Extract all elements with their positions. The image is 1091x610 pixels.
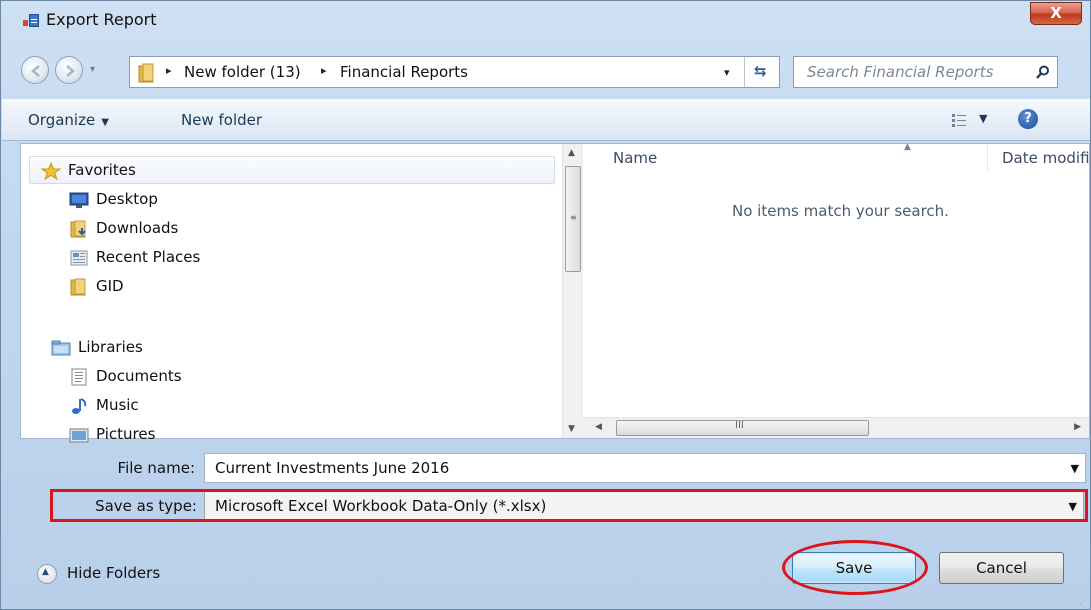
new-folder-button[interactable]: New folder xyxy=(181,111,262,129)
save-button-circle-annotation xyxy=(782,540,928,595)
title-bar: Export Report X xyxy=(1,1,1090,41)
empty-results-message: No items match your search. xyxy=(732,202,949,220)
star-icon xyxy=(41,162,61,180)
forward-arrow-icon xyxy=(66,65,75,77)
breadcrumb-new-folder-13[interactable]: New folder (13) xyxy=(184,63,301,81)
column-divider[interactable] xyxy=(987,144,988,172)
save-as-type-highlight-annotation xyxy=(50,489,1088,522)
recent-locations-dropdown-icon[interactable]: ▾ xyxy=(90,64,95,75)
pictures-icon xyxy=(69,428,89,443)
change-view-icon[interactable] xyxy=(952,113,966,127)
file-name-label: File name: xyxy=(117,459,195,477)
hide-folders-label: Hide Folders xyxy=(67,564,161,582)
file-list-horizontal-scrollbar[interactable]: ◀ III ▶ xyxy=(583,417,1089,438)
back-arrow-icon xyxy=(31,65,40,77)
nav-item-label: Downloads xyxy=(96,219,179,237)
resize-grip-icon[interactable]: ⋰ xyxy=(1079,597,1087,606)
search-box[interactable]: Search Financial Reports xyxy=(793,56,1058,88)
view-options-dropdown-icon[interactable]: ▼ xyxy=(979,112,987,125)
libraries-label: Libraries xyxy=(78,338,143,356)
refresh-button[interactable]: ⇆ xyxy=(744,57,780,87)
browser-area: Favorites Desktop Downloads Recent Place… xyxy=(20,142,1090,443)
navigation-buttons: ▾ xyxy=(21,54,131,86)
search-input[interactable]: Search Financial Reports xyxy=(807,63,993,81)
documents-icon xyxy=(71,368,87,386)
folder-icon xyxy=(70,278,86,296)
refresh-icon: ⇆ xyxy=(754,62,767,80)
file-name-dropdown-icon[interactable]: ▼ xyxy=(1071,462,1079,475)
cancel-button[interactable]: Cancel xyxy=(939,552,1064,584)
chevron-up-icon: ▲ xyxy=(42,567,49,577)
column-header-date-modified[interactable]: Date modifi xyxy=(1002,149,1090,167)
file-name-field[interactable]: Current Investments June 2016 ▼ xyxy=(204,453,1086,483)
breadcrumb-financial-reports[interactable]: Financial Reports xyxy=(340,63,468,81)
help-icon[interactable]: ? xyxy=(1018,109,1038,129)
scrollbar-thumb[interactable]: ≡ xyxy=(565,166,581,272)
scrollbar-grip-icon: ≡ xyxy=(570,213,577,222)
chevron-down-icon: ▼ xyxy=(101,117,109,128)
nav-item-label: Pictures xyxy=(96,425,156,443)
close-button[interactable]: X xyxy=(1030,2,1082,25)
organize-label: Organize xyxy=(28,111,96,129)
sort-ascending-icon: ▲ xyxy=(904,142,911,152)
collapse-up-icon: ▲ xyxy=(37,564,57,584)
organize-menu-button[interactable]: Organize ▼ xyxy=(28,111,109,129)
scroll-left-arrow-icon[interactable]: ◀ xyxy=(595,422,602,432)
nav-item-label: GID xyxy=(96,277,124,295)
breadcrumb-separator-icon: ▸ xyxy=(166,64,172,77)
scrollbar-grip-icon: III xyxy=(735,420,744,431)
recent-places-icon xyxy=(70,250,88,266)
desktop-icon xyxy=(69,192,89,208)
forward-button[interactable] xyxy=(55,56,83,84)
favorites-label: Favorites xyxy=(68,161,136,179)
downloads-folder-icon xyxy=(70,220,86,238)
column-header-name[interactable]: Name xyxy=(613,149,657,167)
app-icon xyxy=(23,14,39,28)
file-list-pane[interactable]: Name ▲ Date modifi No items match your s… xyxy=(583,142,1090,438)
nav-item-label: Documents xyxy=(96,367,182,385)
folder-icon xyxy=(138,63,154,83)
navigation-pane-vertical-scrollbar[interactable]: ▲ ≡ ▼ xyxy=(562,144,583,438)
breadcrumb-separator-icon: ▸ xyxy=(321,64,327,77)
nav-item-label: Recent Places xyxy=(96,248,201,266)
export-report-dialog: Export Report X ▾ ▸ New folder (13) ▸ Fi… xyxy=(0,0,1091,610)
scroll-right-arrow-icon[interactable]: ▶ xyxy=(1074,422,1081,432)
file-name-value[interactable]: Current Investments June 2016 xyxy=(215,459,449,477)
address-dropdown-icon[interactable]: ▾ xyxy=(724,66,730,79)
nav-item-label: Desktop xyxy=(96,190,158,208)
search-icon[interactable] xyxy=(1036,65,1050,79)
back-button[interactable] xyxy=(21,56,49,84)
scrollbar-thumb[interactable]: III xyxy=(616,420,869,436)
libraries-icon xyxy=(51,340,71,356)
scroll-up-arrow-icon[interactable]: ▲ xyxy=(568,148,575,158)
address-bar[interactable]: ▸ New folder (13) ▸ Financial Reports ▾ … xyxy=(129,56,780,88)
navigation-pane[interactable]: Favorites Desktop Downloads Recent Place… xyxy=(21,144,562,443)
scroll-down-arrow-icon[interactable]: ▼ xyxy=(568,424,575,434)
music-icon xyxy=(72,398,87,414)
command-bar: Organize ▼ New folder ▼ ? xyxy=(2,99,1090,141)
window-title: Export Report xyxy=(46,10,157,29)
nav-item-label: Music xyxy=(96,396,139,414)
